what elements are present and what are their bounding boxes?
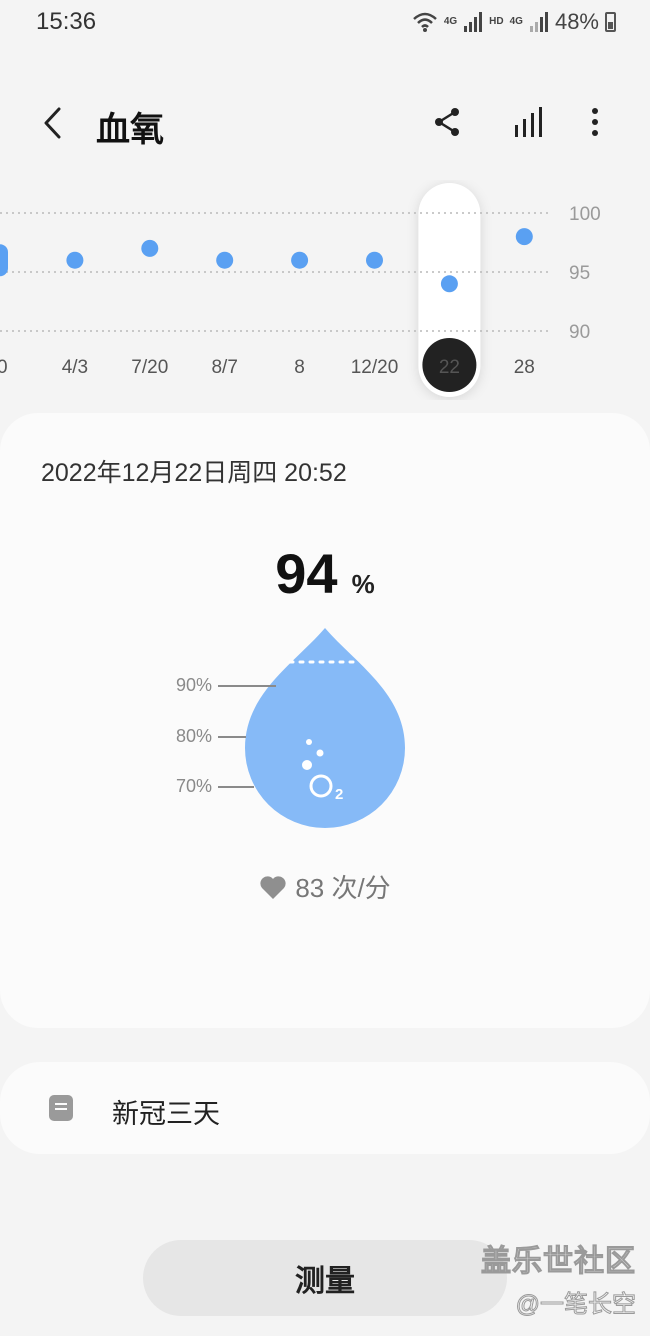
back-arrow-icon	[44, 107, 61, 139]
spo2-unit: %	[351, 569, 375, 599]
measure-button[interactable]: 测量	[143, 1240, 507, 1316]
app-header: 血氧	[0, 80, 650, 170]
wifi-icon	[412, 12, 437, 32]
network-type-label-2: 4G	[509, 16, 523, 27]
x-tick-label-4-3[interactable]: 4/3	[62, 357, 88, 378]
network-type-label: 4G	[443, 16, 458, 27]
drop-tick-line-80	[218, 736, 246, 738]
drop-tick-label-70: 70%	[176, 776, 213, 796]
drop-tick-line-90	[218, 685, 276, 687]
status-icons: 4G HD 4G 48%	[412, 9, 616, 35]
heart-rate-row: 83 次/分	[0, 868, 650, 905]
data-point-8[interactable]	[291, 251, 309, 269]
x-tick-label-28[interactable]: 28	[514, 357, 535, 378]
y-tick-label-95: 95	[569, 263, 590, 284]
x-tick-label-0[interactable]: 0	[0, 357, 8, 378]
signal-icon	[464, 12, 483, 32]
back-button[interactable]	[30, 98, 74, 148]
heart-rate-text: 83 次/分	[295, 873, 391, 903]
x-tick-label-8-7[interactable]: 8/7	[211, 357, 237, 378]
svg-text:2: 2	[335, 786, 343, 803]
oxygen-drop-gauge: 2 90% 80% 70%	[160, 618, 460, 838]
battery-icon	[605, 12, 616, 32]
measure-button-label: 测量	[295, 1265, 355, 1298]
y-tick-label-90: 90	[569, 322, 590, 343]
spo2-history-chart[interactable]: 100 95 90 0 4/3 7/20 8/7 8 12/20 22 28	[0, 180, 650, 400]
watermark-author: @一笔长空	[515, 1291, 636, 1319]
drop-tick-line-70	[218, 786, 254, 788]
data-point-partial[interactable]	[0, 244, 8, 277]
note-row[interactable]: 新冠三天	[0, 1062, 650, 1154]
note-icon	[49, 1095, 73, 1121]
data-point-8-7[interactable]	[216, 251, 234, 269]
chart-bars-icon	[515, 107, 542, 137]
more-options-button[interactable]	[573, 100, 617, 144]
data-point-12-20[interactable]	[366, 251, 383, 269]
battery-percent: 48%	[554, 9, 599, 34]
reading-card: 2022年12月22日周四 20:52 94% 2 90% 80% 70% 83…	[0, 413, 650, 1028]
share-icon	[435, 108, 459, 136]
status-bar: 15:36 4G HD 4G 48%	[0, 0, 650, 44]
more-vertical-icon	[592, 108, 598, 136]
note-text: 新冠三天	[112, 1099, 220, 1129]
data-point-22[interactable]	[440, 275, 458, 293]
share-button[interactable]	[425, 100, 469, 144]
watermark-title: 盖乐世社区	[481, 1245, 636, 1279]
x-tick-label-8[interactable]: 8	[294, 357, 305, 378]
x-tick-label-22[interactable]: 22	[439, 357, 460, 378]
spo2-value: 94%	[0, 541, 650, 606]
data-point-4-3[interactable]	[66, 251, 84, 269]
x-tick-label-12-20[interactable]: 12/20	[351, 357, 399, 378]
status-time: 15:36	[36, 8, 97, 35]
heart-icon	[260, 875, 286, 899]
x-tick-label-7-20[interactable]: 7/20	[131, 357, 168, 378]
spo2-number: 94	[275, 542, 338, 605]
reading-datetime: 2022年12月22日周四 20:52	[41, 459, 347, 487]
data-point-7-20[interactable]	[141, 239, 159, 257]
trends-button[interactable]	[506, 100, 550, 144]
chart-canvas: 100 95 90 0 4/3 7/20 8/7 8 12/20 22 28	[0, 183, 601, 397]
drop-tick-label-80: 80%	[176, 726, 213, 746]
page-title: 血氧	[96, 111, 164, 149]
hd-label: HD	[489, 16, 504, 27]
data-point-28[interactable]	[515, 228, 533, 246]
drop-tick-label-90: 90%	[176, 675, 213, 695]
y-tick-label-100: 100	[569, 204, 601, 225]
signal-icon-2	[529, 12, 548, 32]
